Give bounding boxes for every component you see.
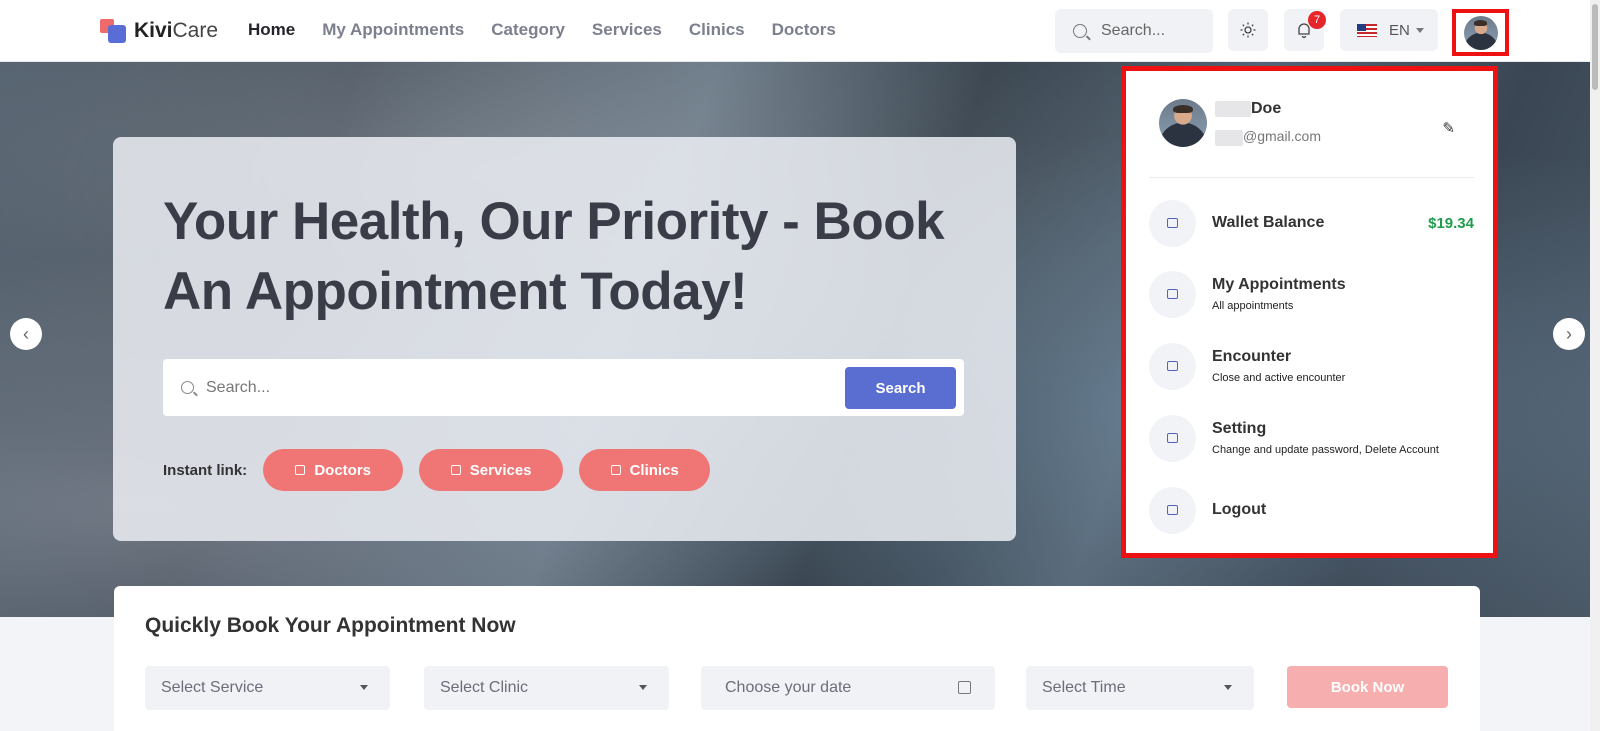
menu-item-setting[interactable]: Setting Change and update password, Delet… xyxy=(1149,414,1474,462)
menu-item-subtitle: All appointments xyxy=(1212,300,1294,312)
name-redaction xyxy=(1215,101,1251,118)
select-time-dropdown[interactable]: Select Time xyxy=(1026,666,1254,710)
theme-toggle-button[interactable] xyxy=(1228,9,1268,51)
sun-icon xyxy=(1240,22,1256,38)
header-search-placeholder: Search... xyxy=(1101,22,1166,39)
dropdown-profile-header: Doe @gmail.com xyxy=(1159,99,1321,147)
edit-profile-icon[interactable]: ✎ xyxy=(1442,119,1455,137)
select-clinic-dropdown[interactable]: Select Clinic xyxy=(424,666,669,710)
menu-item-title: Encounter xyxy=(1212,348,1292,365)
nav-category[interactable]: Category xyxy=(491,20,565,40)
nav-my-appointments[interactable]: My Appointments xyxy=(322,20,464,40)
nav-services[interactable]: Services xyxy=(592,20,662,40)
chevron-right-icon: › xyxy=(1566,323,1572,344)
notification-badge: 7 xyxy=(1308,11,1326,29)
chevron-left-icon: ‹ xyxy=(23,323,29,344)
menu-item-subtitle: Change and update password, Delete Accou… xyxy=(1212,444,1439,456)
date-picker-label: Choose your date xyxy=(725,679,852,696)
chevron-down-icon xyxy=(360,685,368,690)
search-button[interactable]: Search xyxy=(845,367,956,409)
hero-card: Your Health, Our Priority - Book An Appo… xyxy=(113,137,1016,541)
kivicare-logo[interactable]: KiviCare xyxy=(100,16,218,46)
select-service-label: Select Service xyxy=(161,679,264,696)
menu-item-title: Logout xyxy=(1212,501,1267,518)
search-icon xyxy=(181,381,194,394)
instant-links: Instant link: Doctors Services Clinics xyxy=(163,449,726,491)
profile-email: @gmail.com xyxy=(1215,128,1322,146)
logo-text: KiviCare xyxy=(134,19,219,42)
email-redaction xyxy=(1215,129,1243,146)
main-nav: Home My Appointments Category Services C… xyxy=(248,20,863,40)
menu-item-subtitle: Close and active encounter xyxy=(1212,372,1346,384)
wallet-icon xyxy=(1149,199,1196,247)
nav-home[interactable]: Home xyxy=(248,20,295,40)
instant-link-services[interactable]: Services xyxy=(419,449,564,491)
calendar-icon xyxy=(1149,270,1196,318)
quick-booking-card: Quickly Book Your Appointment Now Select… xyxy=(114,586,1480,731)
logout-icon xyxy=(1149,486,1196,534)
menu-item-my-appointments[interactable]: My Appointments All appointments xyxy=(1149,270,1474,318)
us-flag-icon xyxy=(1357,23,1377,37)
divider xyxy=(1149,177,1474,178)
stethoscope-icon xyxy=(295,465,306,475)
top-header: KiviCare Home My Appointments Category S… xyxy=(0,0,1600,62)
instant-link-label: Instant link: xyxy=(163,461,248,479)
profile-info: Doe @gmail.com xyxy=(1207,100,1322,146)
hero-search-input[interactable]: Search... Search xyxy=(163,359,964,416)
page-scrollbar[interactable] xyxy=(1590,0,1600,731)
select-clinic-label: Select Clinic xyxy=(440,679,529,696)
chevron-down-icon xyxy=(1415,27,1424,33)
menu-item-title: Wallet Balance xyxy=(1212,214,1325,231)
calendar-icon xyxy=(958,681,971,694)
avatar xyxy=(1463,15,1498,50)
select-time-label: Select Time xyxy=(1042,679,1126,696)
nav-clinics[interactable]: Clinics xyxy=(689,20,745,40)
gauge-icon xyxy=(1149,342,1196,390)
menu-item-title: My Appointments xyxy=(1212,276,1346,293)
avatar xyxy=(1159,99,1207,147)
building-icon xyxy=(610,465,621,475)
lock-icon xyxy=(1149,414,1196,462)
chevron-down-icon xyxy=(1224,685,1232,690)
menu-item-logout[interactable]: Logout xyxy=(1149,486,1474,534)
booking-title: Quickly Book Your Appointment Now xyxy=(145,614,516,637)
wallet-balance-value: $19.34 xyxy=(1428,214,1474,232)
notifications-button[interactable]: 7 xyxy=(1284,9,1326,51)
carousel-prev-button[interactable]: ‹ xyxy=(10,318,42,350)
scrollbar-thumb[interactable] xyxy=(1592,4,1598,90)
instant-link-clinics-label: Clinics xyxy=(629,461,679,479)
instant-link-doctors-label: Doctors xyxy=(314,461,372,479)
profile-name: Doe xyxy=(1215,100,1321,118)
profile-name-text: Doe xyxy=(1251,100,1282,118)
chevron-down-icon xyxy=(639,685,647,690)
language-selector[interactable]: EN xyxy=(1340,9,1438,51)
instant-link-doctors[interactable]: Doctors xyxy=(263,449,404,491)
menu-item-encounter[interactable]: Encounter Close and active encounter xyxy=(1149,342,1474,390)
carousel-next-button[interactable]: › xyxy=(1553,318,1585,350)
header-search-input[interactable]: Search... xyxy=(1055,9,1213,53)
instant-link-clinics[interactable]: Clinics xyxy=(579,449,711,491)
date-picker-input[interactable]: Choose your date xyxy=(701,666,995,710)
instant-link-services-label: Services xyxy=(469,461,532,479)
select-service-dropdown[interactable]: Select Service xyxy=(145,666,390,710)
menu-item-wallet-balance[interactable]: Wallet Balance $19.34 xyxy=(1149,199,1474,247)
language-label: EN xyxy=(1389,21,1410,39)
hero-search-placeholder: Search... xyxy=(206,378,271,396)
search-icon xyxy=(1073,24,1087,38)
nav-doctors[interactable]: Doctors xyxy=(772,20,836,40)
profile-dropdown-menu: Doe @gmail.com ✎ Wallet Balance $19.34 M… xyxy=(1121,66,1498,558)
profile-email-text: @gmail.com xyxy=(1243,128,1322,145)
hero-title: Your Health, Our Priority - Book An Appo… xyxy=(163,192,945,321)
book-now-button[interactable]: Book Now xyxy=(1287,666,1448,708)
profile-avatar-button[interactable] xyxy=(1452,9,1509,56)
logo-icon xyxy=(100,17,128,45)
menu-item-title: Setting xyxy=(1212,420,1267,437)
briefcase-icon xyxy=(450,465,461,475)
